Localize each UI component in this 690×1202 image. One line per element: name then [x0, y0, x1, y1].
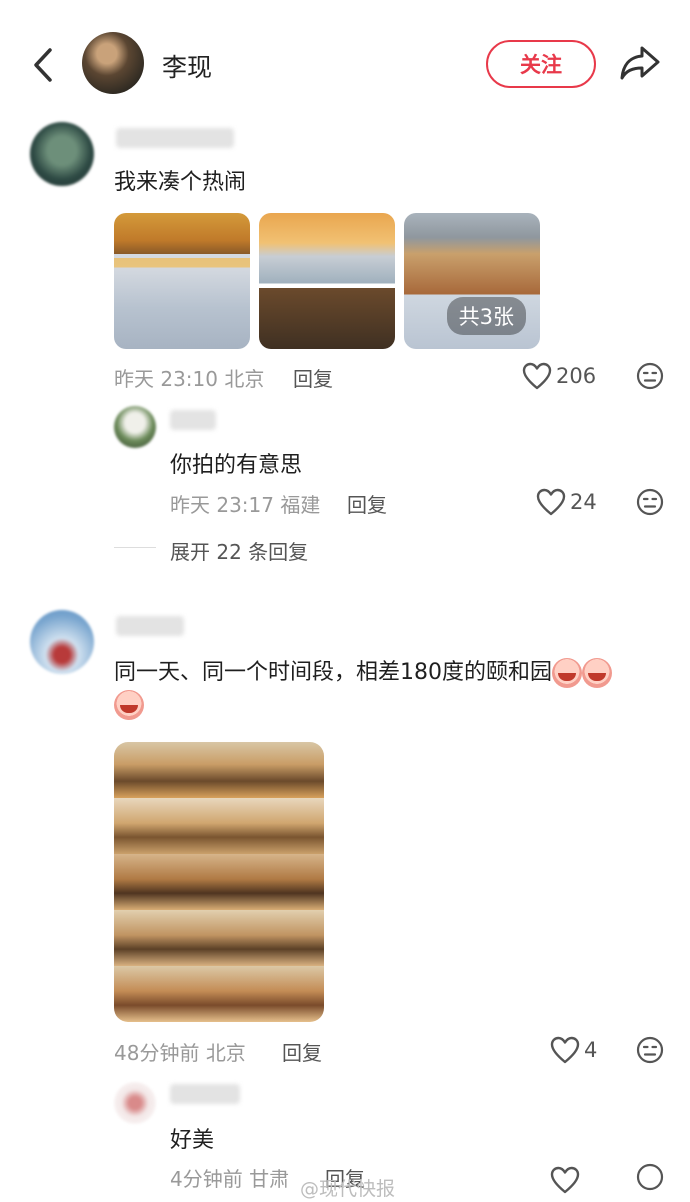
reply-location: 甘肃 — [249, 1167, 290, 1191]
comment-time: 昨天 23:10 北京 — [114, 363, 264, 392]
commenter-avatar[interactable] — [30, 610, 94, 674]
crying-emoji-icon — [552, 658, 582, 688]
user-name[interactable]: 李现 — [162, 48, 212, 84]
reply-button[interactable]: 回复 — [293, 363, 333, 392]
comment-image[interactable] — [114, 742, 324, 1022]
comment-location: 北京 — [224, 367, 265, 391]
watermark: @现代快报 — [300, 1178, 396, 1200]
dislike-face-icon[interactable] — [635, 1035, 665, 1065]
replier-name-blurred — [170, 1084, 240, 1104]
dislike-face-icon[interactable] — [635, 487, 665, 517]
like-count: 24 — [570, 490, 597, 514]
replier-name-blurred — [170, 410, 216, 430]
comment-image-3[interactable]: 共3张 — [404, 213, 540, 349]
dislike-face-icon[interactable] — [635, 361, 665, 391]
image-count-badge: 共3张 — [446, 297, 526, 335]
replier-avatar[interactable] — [114, 1082, 156, 1124]
reply-text: 你拍的有意思 — [170, 453, 303, 478]
reply-button[interactable]: 回复 — [347, 489, 387, 518]
comment-timestamp: 48分钟前 — [114, 1041, 200, 1065]
like-heart-icon[interactable] — [550, 1036, 580, 1064]
dislike-face-icon[interactable] — [635, 1162, 665, 1192]
comment-text: 同一天、同一个时间段，相差180度的颐和园 — [114, 654, 612, 688]
commenter-avatar[interactable] — [30, 122, 94, 186]
reply-location: 福建 — [280, 493, 321, 517]
like-count: 4 — [584, 1038, 598, 1062]
reply-button[interactable]: 回复 — [282, 1037, 322, 1066]
crying-emoji-icon — [114, 690, 144, 720]
expand-replies-link[interactable]: 展开 22 条回复 — [170, 536, 308, 565]
like-heart-icon[interactable] — [536, 488, 566, 516]
back-icon[interactable] — [26, 44, 60, 86]
commenter-name-blurred — [116, 128, 234, 148]
comment-location: 北京 — [205, 1041, 246, 1065]
expand-divider — [114, 547, 156, 548]
comment-time: 48分钟前 北京 — [114, 1037, 246, 1066]
reply-time: 昨天 23:17 福建 — [170, 489, 320, 518]
reply-timestamp: 昨天 23:17 — [170, 493, 274, 517]
follow-button[interactable]: 关注 — [486, 40, 596, 88]
comment-image-1[interactable] — [114, 213, 250, 349]
comment-text: 我来凑个热闹 — [114, 170, 247, 195]
like-heart-icon[interactable] — [550, 1166, 580, 1194]
comment-timestamp: 昨天 23:10 — [114, 367, 218, 391]
reply-timestamp: 4分钟前 — [170, 1167, 243, 1191]
user-avatar[interactable] — [82, 32, 144, 94]
share-icon[interactable] — [618, 42, 662, 82]
commenter-name-blurred — [116, 616, 184, 636]
reply-text: 好美 — [170, 1128, 215, 1153]
reply-time: 4分钟前 甘肃 — [170, 1163, 289, 1192]
comment-text-content: 同一天、同一个时间段，相差180度的颐和园 — [114, 660, 552, 685]
like-count: 206 — [556, 364, 597, 388]
like-heart-icon[interactable] — [522, 362, 552, 390]
replier-avatar[interactable] — [114, 406, 156, 448]
comment-image-2[interactable] — [259, 213, 395, 349]
crying-emoji-icon — [582, 658, 612, 688]
